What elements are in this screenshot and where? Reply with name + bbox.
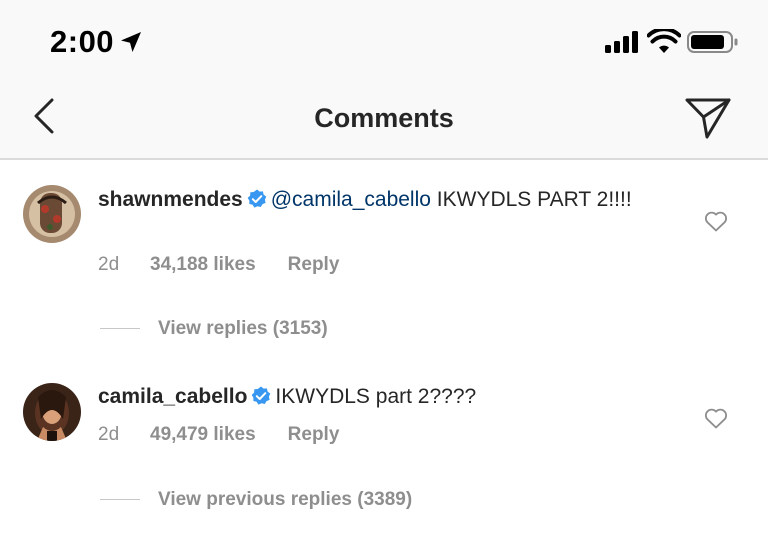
comment-username[interactable]: camila_cabello	[98, 385, 247, 408]
battery-icon	[687, 31, 738, 53]
heart-icon[interactable]	[704, 407, 728, 429]
comment-age: 2d	[98, 424, 120, 445]
avatar[interactable]	[23, 383, 81, 441]
avatar[interactable]	[23, 185, 81, 243]
comment-age: 2d	[98, 254, 120, 275]
replies-divider	[100, 328, 140, 329]
comment-meta: 2d 49,479 likes Reply	[98, 424, 339, 446]
replies-divider	[100, 499, 140, 500]
reply-button[interactable]: Reply	[288, 424, 340, 446]
page-title: Comments	[314, 103, 454, 133]
comment-body: camila_cabello IKWYDLS part 2????	[98, 384, 658, 410]
comment-likes[interactable]: 34,188 likes	[150, 254, 256, 276]
comment-likes[interactable]: 49,479 likes	[150, 424, 256, 446]
comment-text: IKWYDLS PART 2!!!!	[430, 188, 632, 211]
signal-bars-icon	[605, 31, 638, 53]
wifi-icon	[647, 29, 681, 53]
comment-mention[interactable]: @camila_cabello	[271, 188, 431, 211]
top-bar: 2:00 Comments	[0, 0, 768, 160]
avatar-image	[23, 185, 81, 243]
comment-meta: 2d 34,188 likes Reply	[98, 254, 339, 276]
comment-username[interactable]: shawnmendes	[98, 188, 243, 211]
location-arrow-icon	[121, 32, 141, 52]
view-replies-button[interactable]: View previous replies (3389)	[158, 489, 412, 511]
view-replies-button[interactable]: View replies (3153)	[158, 318, 328, 340]
comment-body: shawnmendes @camila_cabello IKWYDLS PART …	[98, 187, 658, 213]
paper-plane-icon[interactable]	[684, 96, 732, 140]
verified-badge-icon	[252, 386, 271, 405]
avatar-image	[23, 383, 81, 441]
verified-badge-icon	[247, 189, 267, 208]
heart-icon[interactable]	[704, 210, 728, 232]
comment-text: IKWYDLS part 2????	[275, 385, 477, 408]
status-time: 2:00	[50, 24, 115, 59]
reply-button[interactable]: Reply	[288, 254, 340, 276]
